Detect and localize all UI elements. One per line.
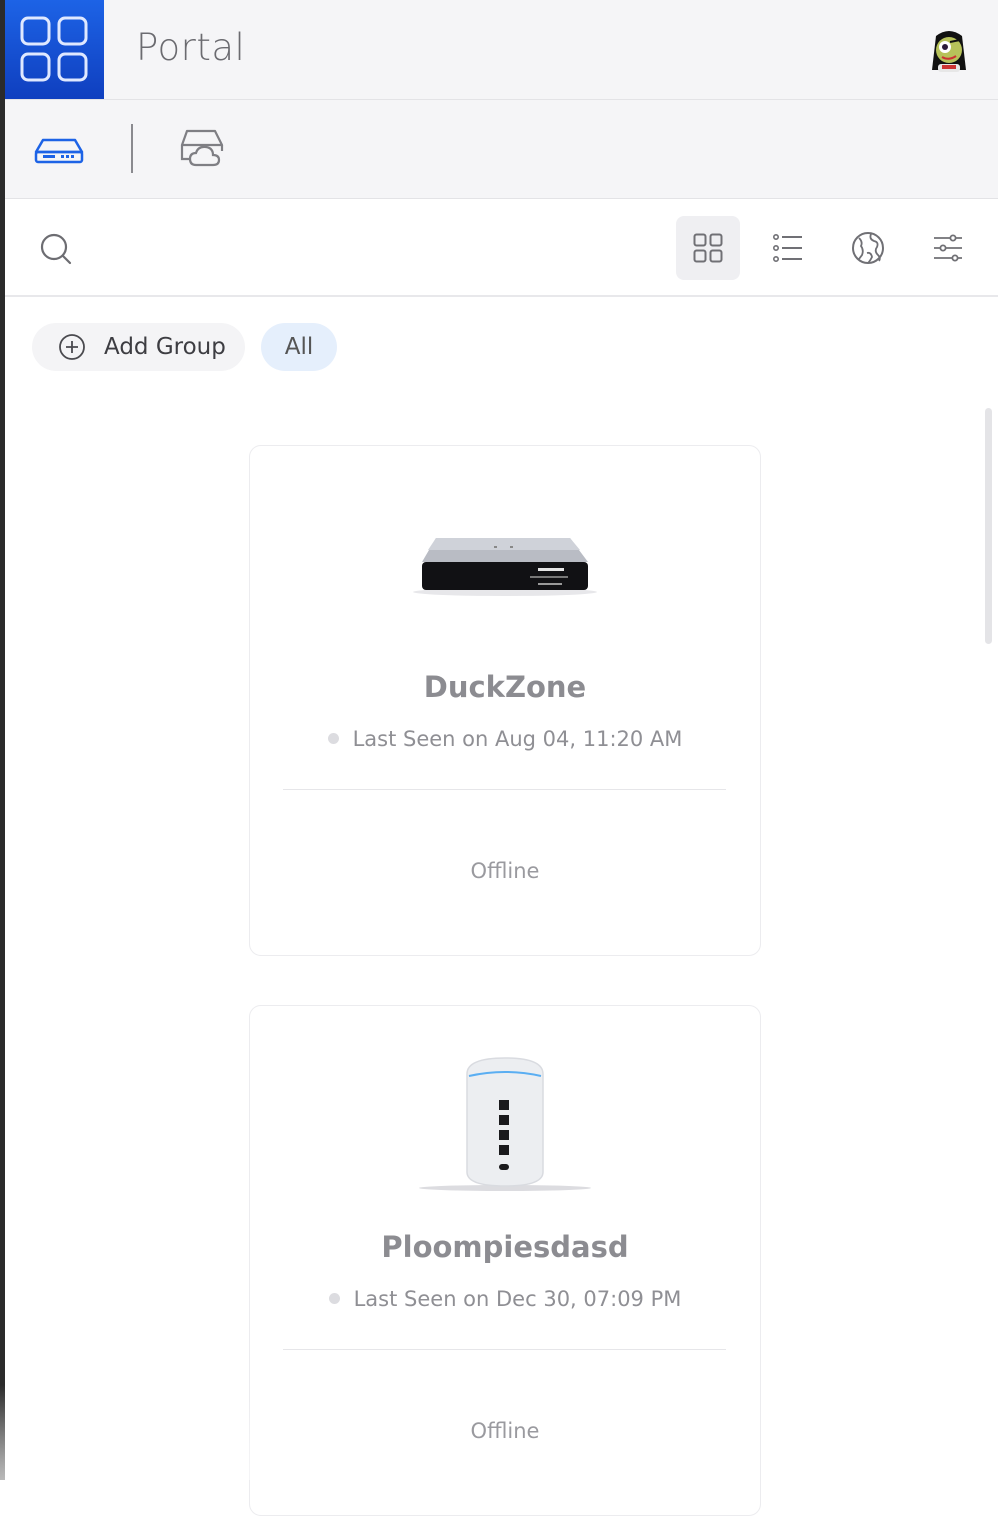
grid-view-icon (693, 233, 723, 263)
grid-view-button[interactable] (676, 216, 740, 280)
status-dot (328, 1292, 340, 1304)
device-last-seen-text: Last Seen on Aug 04, 11:20 AM (352, 727, 683, 751)
app-launcher-button[interactable] (5, 0, 104, 99)
search-icon (40, 233, 72, 265)
device-name: DuckZone (423, 670, 587, 704)
group-filter-all-label: All (284, 334, 314, 360)
scrollbar-thumb[interactable] (985, 408, 992, 644)
cloud-device-icon (180, 129, 224, 167)
filter-settings-button[interactable] (916, 216, 980, 280)
dream-router-device-image (419, 1057, 591, 1191)
tab-divider (131, 124, 133, 173)
device-name: Ploompiesdasd (381, 1230, 629, 1264)
group-filter-all[interactable]: All (261, 323, 337, 371)
device-last-seen: Last Seen on Dec 30, 07:09 PM (250, 1287, 760, 1311)
device-card[interactable]: DuckZone Last Seen on Aug 04, 11:20 AM O… (249, 445, 761, 956)
device-status: Offline (470, 859, 540, 883)
console-device-icon (34, 138, 84, 164)
add-group-button[interactable]: Add Group (32, 323, 245, 371)
app-grid-icon (20, 16, 88, 82)
map-view-button[interactable] (836, 216, 900, 280)
product-switcher-bar (5, 100, 998, 199)
avatar-icon (932, 31, 966, 72)
device-last-seen-text: Last Seen on Dec 30, 07:09 PM (353, 1287, 682, 1311)
local-devices-tab[interactable] (34, 134, 84, 166)
card-divider (283, 1349, 726, 1350)
sliders-icon (934, 234, 962, 262)
card-divider (283, 789, 726, 790)
list-view-icon (773, 234, 802, 262)
search-button[interactable] (39, 232, 73, 266)
gateway-device-image (413, 538, 597, 596)
app-title: Portal (136, 26, 246, 69)
user-avatar[interactable] (924, 26, 974, 76)
top-bar: Portal (5, 0, 998, 100)
list-view-button[interactable] (756, 216, 820, 280)
cloud-devices-tab[interactable] (178, 127, 226, 169)
plus-circle-icon (59, 334, 85, 360)
globe-icon (852, 232, 884, 264)
add-group-label: Add Group (104, 334, 226, 360)
status-dot (327, 732, 339, 744)
device-last-seen: Last Seen on Aug 04, 11:20 AM (250, 727, 760, 751)
bottom-fade-overlay (0, 1380, 420, 1480)
